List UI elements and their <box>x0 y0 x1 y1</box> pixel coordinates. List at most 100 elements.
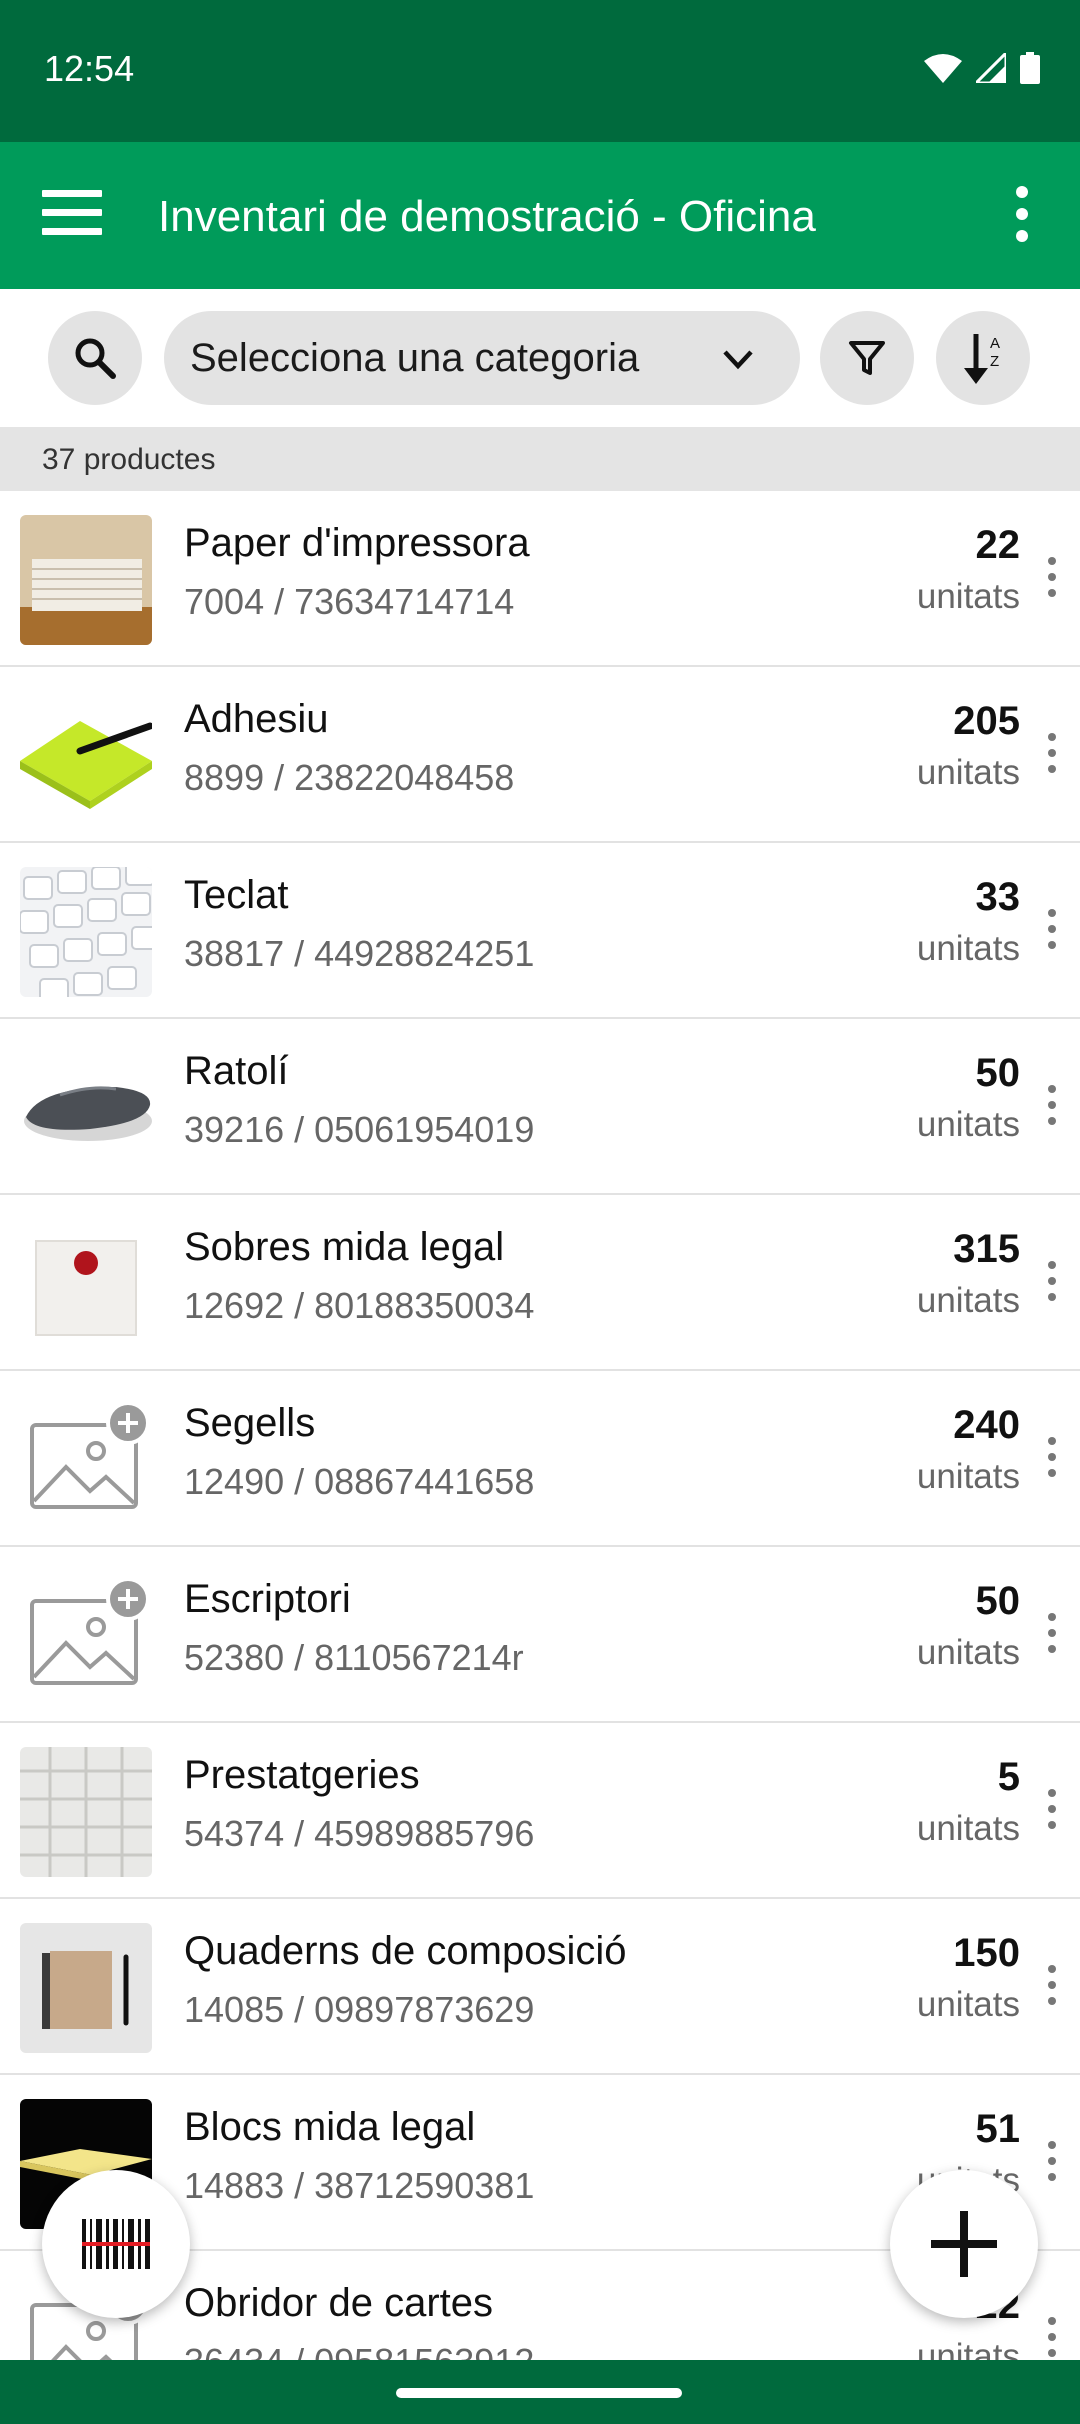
product-quantity: 50 <box>975 1051 1021 1095</box>
product-thumbnail <box>20 515 152 645</box>
product-name: Teclat <box>184 873 289 917</box>
filter-button[interactable] <box>820 311 914 405</box>
row-more-icon[interactable] <box>1046 1613 1058 1663</box>
svg-text:Z: Z <box>990 353 999 370</box>
sticky-note-image <box>20 691 152 821</box>
product-unit: unitats <box>916 1985 1020 2024</box>
plus-icon <box>931 2211 997 2277</box>
product-thumbnail <box>20 1043 152 1173</box>
sort-az-icon: A Z <box>964 334 1000 384</box>
product-thumbnail <box>20 1923 152 2053</box>
svg-text:A: A <box>990 335 1000 352</box>
product-unit: unitats <box>916 753 1020 792</box>
product-unit: unitats <box>916 929 1020 968</box>
chevron-down-icon <box>723 350 753 370</box>
product-thumbnail[interactable] <box>20 1571 152 1701</box>
product-code: 38817 / 44928824251 <box>184 933 535 974</box>
product-name: Prestatgeries <box>184 1753 420 1797</box>
row-more-icon[interactable] <box>1046 2141 1058 2191</box>
product-name: Sobres mida legal <box>184 1225 505 1269</box>
product-name: Quaderns de composició <box>184 1929 627 1973</box>
product-unit: unitats <box>916 577 1020 616</box>
product-name: Adhesiu <box>184 697 329 741</box>
product-unit: unitats <box>916 1105 1020 1144</box>
status-time: 12:54 <box>44 48 135 89</box>
row-more-icon[interactable] <box>1046 2317 1058 2360</box>
product-code: 12490 / 08867441658 <box>184 1461 535 1502</box>
list-item[interactable]: Sobres mida legal 12692 / 80188350034 31… <box>0 1195 1080 1371</box>
product-code: 8899 / 23822048458 <box>184 757 515 798</box>
product-code: 36434 / 09581563912 <box>184 2341 534 2360</box>
row-more-icon[interactable] <box>1046 1437 1058 1487</box>
menu-icon[interactable] <box>42 190 102 240</box>
product-quantity: 5 <box>997 1755 1020 1799</box>
add-product-button[interactable] <box>890 2170 1038 2318</box>
product-list[interactable]: Paper d'impressora 7004 / 73634714714 22… <box>0 491 1080 2360</box>
category-select-label: Selecciona una categoria <box>190 335 640 380</box>
product-quantity: 50 <box>975 1579 1021 1623</box>
row-more-icon[interactable] <box>1046 557 1058 607</box>
more-vert-icon[interactable] <box>1012 186 1032 246</box>
product-quantity: 240 <box>953 1403 1020 1447</box>
product-code: 12692 / 80188350034 <box>184 1285 535 1326</box>
list-item[interactable]: Prestatgeries 54374 / 45989885796 5 unit… <box>0 1723 1080 1899</box>
product-name: Blocs mida legal <box>184 2105 476 2149</box>
list-item[interactable]: Paper d'impressora 7004 / 73634714714 22… <box>0 491 1080 667</box>
product-code: 52380 / 8110567214r <box>184 1637 524 1678</box>
product-name: Obridor de cartes <box>184 2281 494 2325</box>
product-count-bar: 37 productes <box>0 427 1080 491</box>
product-quantity: 205 <box>953 699 1020 743</box>
product-thumbnail <box>20 1219 152 1349</box>
signal-icon <box>976 53 1006 83</box>
list-item[interactable]: Quaderns de composició 14085 / 098978736… <box>0 1899 1080 2075</box>
home-gesture-handle[interactable] <box>396 2388 682 2398</box>
system-nav-bar <box>0 2360 1080 2424</box>
list-item[interactable]: Segells 12490 / 08867441658 240 unitats <box>0 1371 1080 1547</box>
list-item[interactable]: Adhesiu 8899 / 23822048458 205 unitats <box>0 667 1080 843</box>
product-code: 54374 / 45989885796 <box>184 1813 535 1854</box>
product-code: 39216 / 05061954019 <box>184 1109 535 1150</box>
row-more-icon[interactable] <box>1046 1965 1058 2015</box>
product-thumbnail <box>20 1747 152 1877</box>
product-code: 7004 / 73634714714 <box>184 581 515 622</box>
status-bar: 12:54 <box>0 0 1080 142</box>
product-name: Ratolí <box>184 1049 289 1093</box>
filter-icon <box>849 341 885 375</box>
product-name: Segells <box>184 1401 316 1445</box>
product-thumbnail <box>20 867 152 997</box>
status-icons <box>924 52 1040 84</box>
row-more-icon[interactable] <box>1046 1085 1058 1135</box>
row-more-icon[interactable] <box>1046 733 1058 783</box>
page-title: Inventari de demostració - Oficina <box>158 192 816 241</box>
product-quantity: 22 <box>975 523 1021 567</box>
list-item[interactable]: Teclat 38817 / 44928824251 33 unitats <box>0 843 1080 1019</box>
paper-stack-image <box>20 515 152 645</box>
row-more-icon[interactable] <box>1046 1789 1058 1839</box>
envelope-image <box>20 1219 152 1349</box>
product-unit: unitats <box>916 2337 1020 2360</box>
product-quantity: 150 <box>953 1931 1020 1975</box>
sort-button[interactable]: A Z <box>936 311 1030 405</box>
scan-barcode-button[interactable] <box>42 2170 190 2318</box>
app-bar: Inventari de demostració - Oficina <box>0 142 1080 289</box>
mouse-image <box>20 1043 152 1173</box>
add-image-icon <box>30 1401 150 1509</box>
product-thumbnail[interactable] <box>20 1395 152 1525</box>
list-item[interactable]: Escriptori 52380 / 8110567214r 50 unitat… <box>0 1547 1080 1723</box>
filter-bar: Selecciona una categoria A Z <box>0 289 1080 427</box>
shelves-image <box>20 1747 152 1877</box>
product-unit: unitats <box>916 1809 1020 1848</box>
product-name: Escriptori <box>184 1577 351 1621</box>
product-name: Paper d'impressora <box>184 521 530 565</box>
battery-icon <box>1020 52 1040 84</box>
product-code: 14085 / 09897873629 <box>184 1989 535 2030</box>
category-select[interactable]: Selecciona una categoria <box>164 311 800 405</box>
search-button[interactable] <box>48 311 142 405</box>
list-item[interactable]: Ratolí 39216 / 05061954019 50 unitats <box>0 1019 1080 1195</box>
product-code: 14883 / 38712590381 <box>184 2165 535 2206</box>
row-more-icon[interactable] <box>1046 909 1058 959</box>
row-more-icon[interactable] <box>1046 1261 1058 1311</box>
search-icon <box>75 338 116 379</box>
product-quantity: 51 <box>975 2107 1021 2151</box>
product-count: 37 productes <box>42 443 216 476</box>
